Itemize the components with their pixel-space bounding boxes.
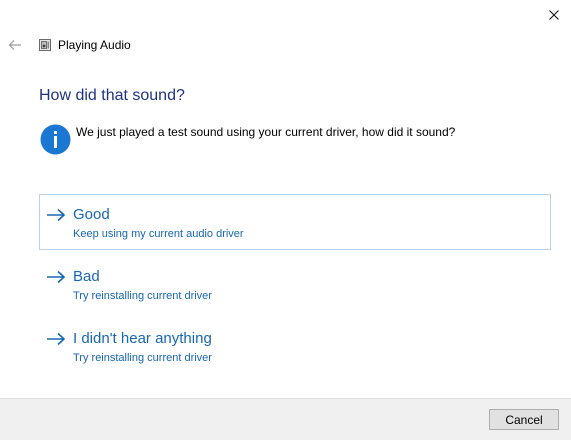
back-button[interactable]	[6, 36, 24, 54]
info-icon	[40, 124, 71, 155]
cancel-button[interactable]: Cancel	[489, 409, 559, 430]
back-arrow-icon	[8, 40, 21, 50]
option-description: Try reinstalling current driver	[73, 290, 212, 302]
option-description: Keep using my current audio driver	[73, 228, 244, 240]
info-message: We just played a test sound using your c…	[76, 125, 456, 139]
arrow-right-icon	[47, 270, 66, 284]
dialog-footer: Cancel	[0, 398, 571, 440]
option-good[interactable]: Good Keep using my current audio driver	[39, 194, 551, 250]
arrow-right-icon	[47, 332, 66, 346]
arrow-right-icon	[47, 208, 66, 222]
option-bad[interactable]: Bad Try reinstalling current driver	[39, 256, 551, 312]
option-title: Bad	[73, 268, 100, 285]
page-heading: How did that sound?	[39, 87, 185, 104]
window-title: Playing Audio	[58, 38, 131, 52]
close-button[interactable]	[542, 4, 566, 26]
option-title: I didn't hear anything	[73, 330, 212, 347]
option-title: Good	[73, 206, 110, 223]
option-didnt-hear[interactable]: I didn't hear anything Try reinstalling …	[39, 318, 551, 374]
option-description: Try reinstalling current driver	[73, 352, 212, 364]
audio-device-icon	[39, 39, 51, 51]
close-icon	[549, 10, 559, 20]
